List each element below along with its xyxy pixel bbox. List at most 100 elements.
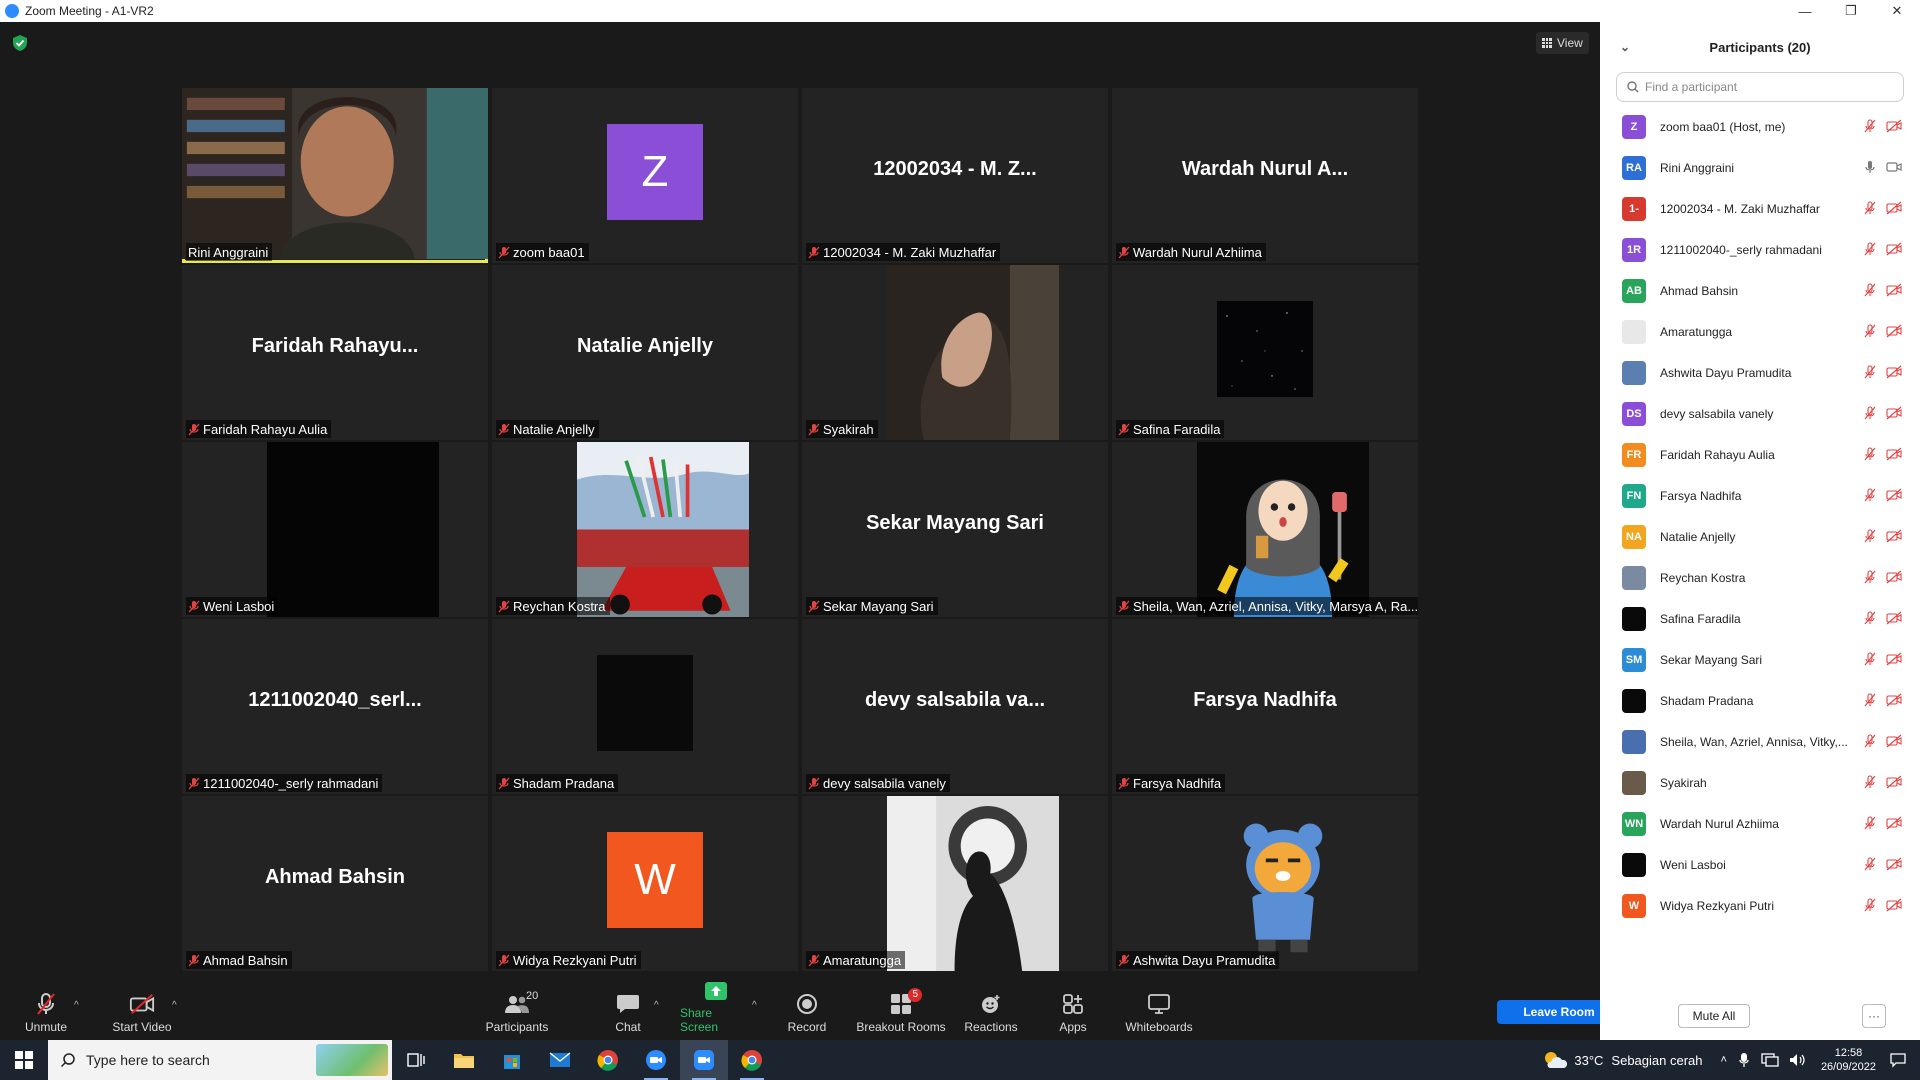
video-off-icon[interactable] <box>1886 529 1902 543</box>
show-hidden-icons-chevron-icon[interactable]: ˄ <box>1721 1054 1727 1066</box>
microsoft-store-button[interactable] <box>488 1040 536 1080</box>
chevron-down-icon[interactable]: ⌄ <box>1620 40 1630 54</box>
more-options-button[interactable]: ··· <box>1862 1004 1886 1028</box>
video-off-icon[interactable] <box>1886 119 1902 133</box>
video-off-icon[interactable] <box>1886 242 1902 256</box>
minimize-button[interactable]: — <box>1782 0 1828 22</box>
chrome-button[interactable] <box>584 1040 632 1080</box>
video-tile[interactable]: 12002034 - M. Z... 12002034 - M. Zaki Muz… <box>802 88 1108 263</box>
participant-row[interactable]: 1R 1211002040-_serly rahmadani <box>1600 229 1920 270</box>
start-video-button[interactable]: Start Video <box>108 980 176 1040</box>
network-icon[interactable] <box>1761 1053 1779 1067</box>
video-off-icon[interactable] <box>1886 365 1902 379</box>
video-tile[interactable]: Zzoom baa01 <box>492 88 798 263</box>
participant-row[interactable]: AB Ahmad Bahsin <box>1600 270 1920 311</box>
video-tile[interactable]: Rini Anggraini <box>182 88 488 263</box>
zoom-meeting-button[interactable] <box>680 1040 728 1080</box>
video-tile[interactable]: Sheila, Wan, Azriel, Annisa, Vitky, Mars… <box>1112 442 1418 617</box>
participant-row[interactable]: 1- 12002034 - M. Zaki Muzhaffar <box>1600 188 1920 229</box>
mic-muted-icon[interactable] <box>1862 652 1878 666</box>
video-tile[interactable]: Wardah Nurul A... Wardah Nurul Azhiima <box>1112 88 1418 263</box>
view-button[interactable]: View <box>1536 32 1589 54</box>
video-off-icon[interactable] <box>1886 693 1902 707</box>
audio-options-caret[interactable]: ^ <box>74 1000 79 1011</box>
chat-button[interactable]: Chat <box>608 980 648 1040</box>
video-off-icon[interactable] <box>1886 857 1902 871</box>
reactions-button[interactable]: Reactions <box>964 980 1018 1040</box>
participants-button[interactable]: 20 Participants <box>482 980 552 1040</box>
mic-muted-icon[interactable] <box>1862 283 1878 297</box>
participant-search-input[interactable]: Find a participant <box>1616 72 1904 102</box>
start-button[interactable] <box>0 1040 48 1080</box>
participant-row[interactable]: WN Wardah Nurul Azhiima <box>1600 803 1920 844</box>
mic-muted-icon[interactable] <box>1862 775 1878 789</box>
mic-muted-icon[interactable] <box>1862 242 1878 256</box>
share-screen-button[interactable]: Share Screen <box>680 980 752 1040</box>
participant-row[interactable]: W Widya Rezkyani Putri <box>1600 885 1920 926</box>
video-off-icon[interactable] <box>1886 734 1902 748</box>
record-button[interactable]: Record <box>786 980 828 1040</box>
participant-row[interactable]: Shadam Pradana <box>1600 680 1920 721</box>
video-options-caret[interactable]: ^ <box>172 1000 177 1011</box>
volume-icon[interactable] <box>1789 1053 1807 1067</box>
mic-muted-icon[interactable] <box>1862 529 1878 543</box>
mic-muted-icon[interactable] <box>1862 201 1878 215</box>
video-off-icon[interactable] <box>1886 488 1902 502</box>
mic-muted-icon[interactable] <box>1862 119 1878 133</box>
video-tile[interactable]: Reychan Kostra <box>492 442 798 617</box>
unmute-button[interactable]: Unmute <box>18 980 74 1040</box>
video-tile[interactable]: Faridah Rahayu... Faridah Rahayu Aulia <box>182 265 488 440</box>
participant-row[interactable]: Ashwita Dayu Pramudita <box>1600 352 1920 393</box>
mic-muted-icon[interactable] <box>1862 406 1878 420</box>
close-button[interactable]: ✕ <box>1874 0 1920 22</box>
microphone-icon[interactable] <box>1739 1052 1749 1068</box>
video-tile[interactable]: Ashwita Dayu Pramudita <box>1112 796 1418 971</box>
video-on-icon[interactable] <box>1886 160 1902 174</box>
participant-row[interactable]: DS devy salsabila vanely <box>1600 393 1920 434</box>
mic-muted-icon[interactable] <box>1862 816 1878 830</box>
video-off-icon[interactable] <box>1886 406 1902 420</box>
participant-row[interactable]: NA Natalie Anjelly <box>1600 516 1920 557</box>
video-tile[interactable]: Sekar Mayang Sari Sekar Mayang Sari <box>802 442 1108 617</box>
video-off-icon[interactable] <box>1886 611 1902 625</box>
video-off-icon[interactable] <box>1886 201 1902 215</box>
breakout-rooms-button[interactable]: 5 Breakout Rooms <box>856 980 946 1040</box>
mail-button[interactable] <box>536 1040 584 1080</box>
weather-partly-sunny-icon[interactable] <box>1542 1051 1568 1069</box>
video-off-icon[interactable] <box>1886 447 1902 461</box>
video-tile[interactable]: Weni Lasboi <box>182 442 488 617</box>
whiteboards-button[interactable]: Whiteboards <box>1124 980 1194 1040</box>
apps-button[interactable]: Apps <box>1056 980 1090 1040</box>
mic-muted-icon[interactable] <box>1862 570 1878 584</box>
security-shield-icon[interactable] <box>12 34 28 52</box>
video-tile[interactable]: Shadam Pradana <box>492 619 798 794</box>
mic-on-icon[interactable] <box>1862 160 1878 174</box>
participant-row[interactable]: Weni Lasboi <box>1600 844 1920 885</box>
participant-row[interactable]: Sheila, Wan, Azriel, Annisa, Vitky,... <box>1600 721 1920 762</box>
task-view-button[interactable] <box>392 1040 440 1080</box>
video-tile[interactable]: Natalie Anjelly Natalie Anjelly <box>492 265 798 440</box>
maximize-button[interactable]: ❐ <box>1828 0 1874 22</box>
mic-muted-icon[interactable] <box>1862 488 1878 502</box>
mic-muted-icon[interactable] <box>1862 693 1878 707</box>
participant-row[interactable]: FR Faridah Rahayu Aulia <box>1600 434 1920 475</box>
participant-row[interactable]: Reychan Kostra <box>1600 557 1920 598</box>
participant-row[interactable]: Zzoom baa01 (Host, me) <box>1600 106 1920 147</box>
video-tile[interactable]: Ahmad Bahsin Ahmad Bahsin <box>182 796 488 971</box>
mute-all-button[interactable]: Mute All <box>1678 1004 1750 1028</box>
video-off-icon[interactable] <box>1886 570 1902 584</box>
share-options-caret[interactable]: ^ <box>752 1000 757 1011</box>
video-off-icon[interactable] <box>1886 652 1902 666</box>
video-tile[interactable]: Syakirah <box>802 265 1108 440</box>
mic-muted-icon[interactable] <box>1862 734 1878 748</box>
video-off-icon[interactable] <box>1886 324 1902 338</box>
video-tile[interactable]: Farsya Nadhifa Farsya Nadhifa <box>1112 619 1418 794</box>
mic-muted-icon[interactable] <box>1862 447 1878 461</box>
taskbar-search-input[interactable]: Type here to search <box>48 1040 392 1080</box>
mic-muted-icon[interactable] <box>1862 324 1878 338</box>
mic-muted-icon[interactable] <box>1862 857 1878 871</box>
video-tile[interactable]: 1211002040_serl... 1211002040-_serly rahm… <box>182 619 488 794</box>
video-off-icon[interactable] <box>1886 775 1902 789</box>
participant-row[interactable]: SM Sekar Mayang Sari <box>1600 639 1920 680</box>
video-off-icon[interactable] <box>1886 816 1902 830</box>
